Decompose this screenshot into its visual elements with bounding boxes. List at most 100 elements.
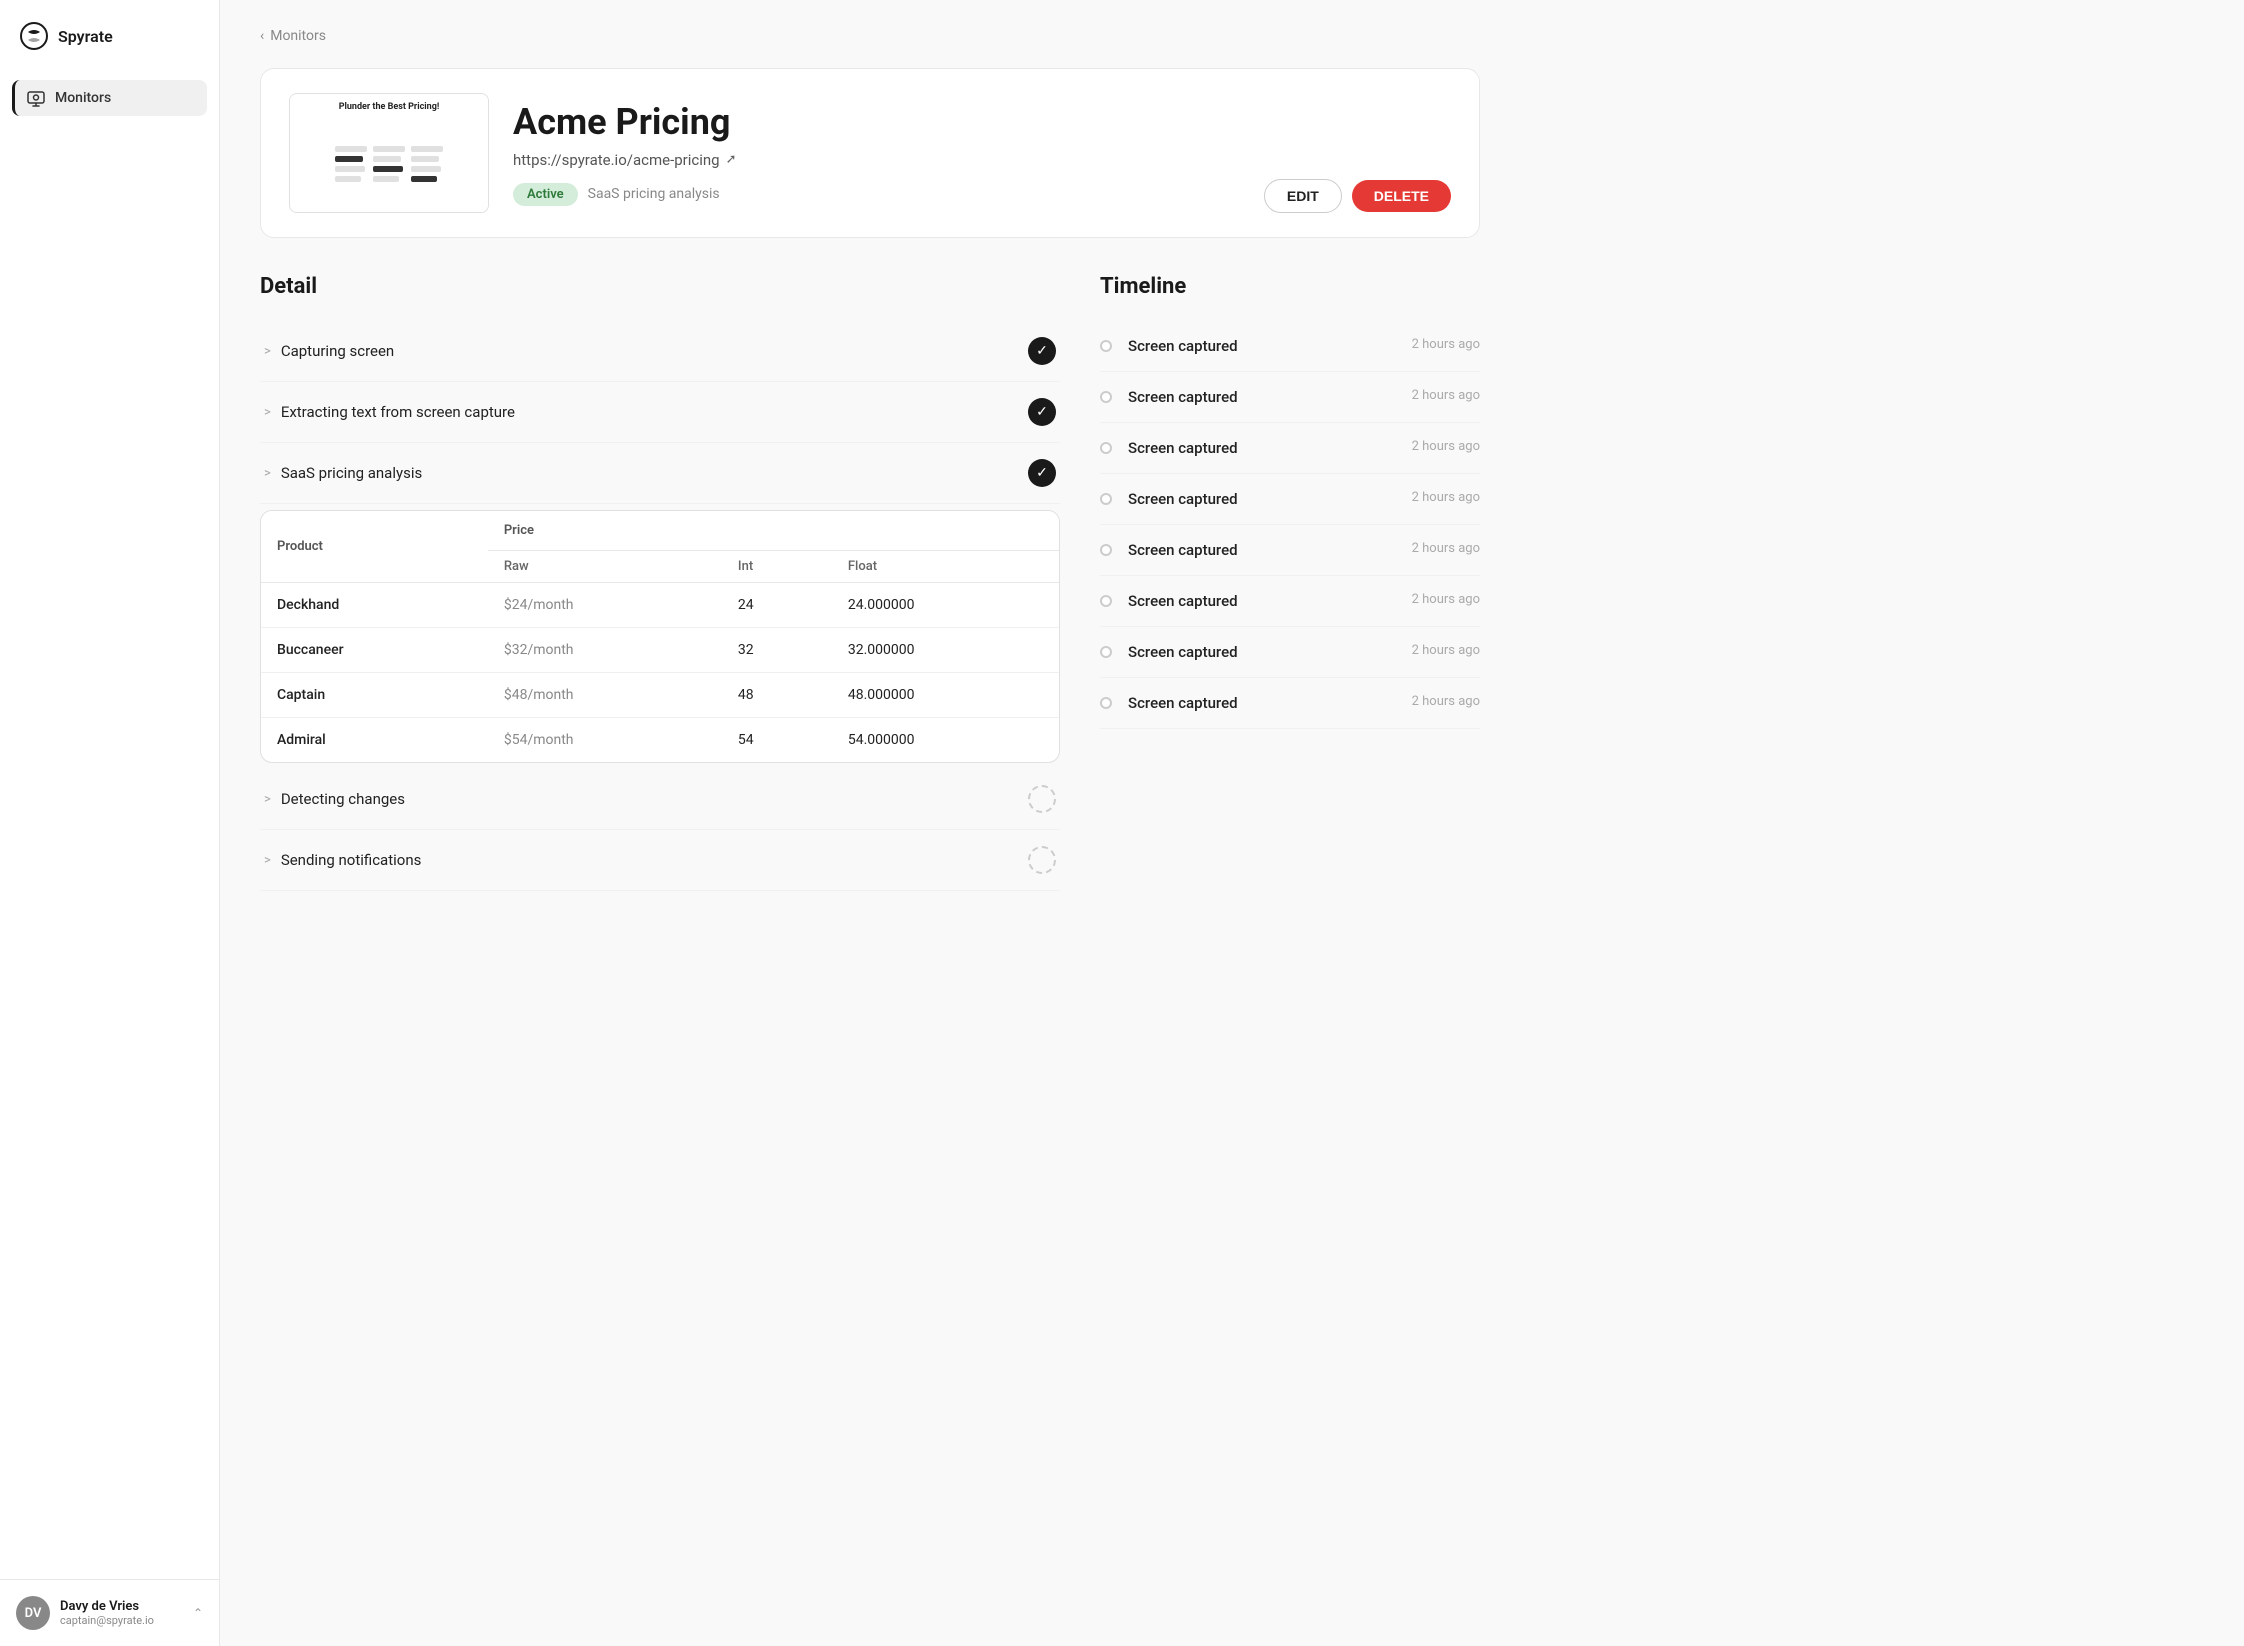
timeline-content: Screen captured 2 hours ago bbox=[1128, 490, 1480, 508]
sidebar-item-monitors-label: Monitors bbox=[55, 90, 111, 106]
raw-subheader: Raw bbox=[488, 551, 722, 583]
user-menu-chevron[interactable]: ⌃ bbox=[193, 1606, 203, 1620]
timeline-dot bbox=[1100, 595, 1112, 607]
delete-button[interactable]: DELETE bbox=[1352, 180, 1451, 212]
timeline-label: Screen captured bbox=[1128, 439, 1238, 457]
timeline-item: Screen captured 2 hours ago bbox=[1100, 474, 1480, 525]
product-name: Deckhand bbox=[261, 583, 488, 628]
timeline-items: Screen captured 2 hours ago Screen captu… bbox=[1100, 321, 1480, 729]
timeline-label: Screen captured bbox=[1128, 592, 1238, 610]
avatar: DV bbox=[16, 1596, 50, 1630]
app-name: Spyrate bbox=[58, 27, 113, 46]
monitor-title: Acme Pricing bbox=[513, 101, 1451, 143]
table-row: Deckhand $24/month 24 24.000000 bbox=[261, 583, 1059, 628]
price-raw: $24/month bbox=[488, 583, 722, 628]
check-icon: ✓ bbox=[1028, 398, 1056, 426]
external-link-icon: ➚ bbox=[726, 152, 737, 167]
detail-item-label: SaaS pricing analysis bbox=[281, 464, 422, 482]
timeline-time: 2 hours ago bbox=[1412, 388, 1480, 403]
chevron-right-icon: > bbox=[264, 466, 271, 481]
thumb-headline: Plunder the Best Pricing! bbox=[290, 102, 488, 112]
price-int: 24 bbox=[722, 583, 832, 628]
edit-button[interactable]: EDIT bbox=[1264, 179, 1342, 213]
detail-item-label: Sending notifications bbox=[281, 851, 422, 869]
timeline-content: Screen captured 2 hours ago bbox=[1128, 337, 1480, 355]
detail-item-capturing-screen[interactable]: > Capturing screen ✓ bbox=[260, 321, 1060, 382]
timeline-time: 2 hours ago bbox=[1412, 592, 1480, 607]
detail-item-detecting-changes[interactable]: > Detecting changes bbox=[260, 769, 1060, 830]
chevron-right-icon: > bbox=[264, 344, 271, 359]
chevron-right-icon: > bbox=[264, 792, 271, 807]
timeline-time: 2 hours ago bbox=[1412, 643, 1480, 658]
main-content: ‹ Monitors Plunder the Best Pricing! bbox=[220, 0, 2244, 1646]
logo-icon bbox=[20, 22, 48, 50]
price-float: 48.000000 bbox=[832, 673, 1059, 718]
pending-icon bbox=[1028, 846, 1056, 874]
monitor-description: SaaS pricing analysis bbox=[588, 186, 720, 202]
detail-item-label: Detecting changes bbox=[281, 790, 405, 808]
chevron-right-icon: > bbox=[264, 853, 271, 868]
timeline-label: Screen captured bbox=[1128, 388, 1238, 406]
timeline-dot bbox=[1100, 442, 1112, 454]
breadcrumb[interactable]: ‹ Monitors bbox=[260, 28, 1480, 44]
price-int: 48 bbox=[722, 673, 832, 718]
product-column-header: Product bbox=[261, 511, 488, 583]
detail-item-left: > SaaS pricing analysis bbox=[264, 464, 422, 482]
timeline-content: Screen captured 2 hours ago bbox=[1128, 541, 1480, 559]
sidebar: Spyrate Monitors DV Davy de Vries captai… bbox=[0, 0, 220, 1646]
sidebar-header: Spyrate bbox=[0, 0, 219, 72]
price-float: 32.000000 bbox=[832, 628, 1059, 673]
price-raw: $32/month bbox=[488, 628, 722, 673]
timeline-item: Screen captured 2 hours ago bbox=[1100, 525, 1480, 576]
sidebar-footer: DV Davy de Vries captain@spyrate.io ⌃ bbox=[0, 1579, 219, 1646]
timeline-item: Screen captured 2 hours ago bbox=[1100, 576, 1480, 627]
pricing-table-container: Product Price Raw Int Float bbox=[260, 510, 1060, 763]
status-badge: Active bbox=[513, 183, 578, 206]
timeline-label: Screen captured bbox=[1128, 541, 1238, 559]
monitor-thumbnail: Plunder the Best Pricing! bbox=[289, 93, 489, 213]
timeline-item: Screen captured 2 hours ago bbox=[1100, 372, 1480, 423]
timeline-time: 2 hours ago bbox=[1412, 694, 1480, 709]
timeline-dot bbox=[1100, 646, 1112, 658]
timeline-dot bbox=[1100, 493, 1112, 505]
detail-section-title: Detail bbox=[260, 274, 1060, 299]
price-column-header: Price bbox=[488, 511, 1059, 551]
timeline-item: Screen captured 2 hours ago bbox=[1100, 678, 1480, 729]
detail-item-left: > Sending notifications bbox=[264, 851, 421, 869]
timeline-label: Screen captured bbox=[1128, 337, 1238, 355]
timeline-time: 2 hours ago bbox=[1412, 337, 1480, 352]
timeline-dot bbox=[1100, 340, 1112, 352]
timeline-time: 2 hours ago bbox=[1412, 439, 1480, 454]
breadcrumb-back-icon: ‹ bbox=[260, 28, 264, 44]
price-int: 54 bbox=[722, 718, 832, 763]
float-subheader: Float bbox=[832, 551, 1059, 583]
breadcrumb-label: Monitors bbox=[270, 28, 326, 44]
monitor-header-card: Plunder the Best Pricing! bbox=[260, 68, 1480, 238]
timeline-dot bbox=[1100, 544, 1112, 556]
detail-item-extracting-text[interactable]: > Extracting text from screen capture ✓ bbox=[260, 382, 1060, 443]
detail-item-left: > Detecting changes bbox=[264, 790, 405, 808]
timeline-content: Screen captured 2 hours ago bbox=[1128, 694, 1480, 712]
int-subheader: Int bbox=[722, 551, 832, 583]
user-email: captain@spyrate.io bbox=[60, 1614, 154, 1627]
timeline-item: Screen captured 2 hours ago bbox=[1100, 423, 1480, 474]
pending-icon bbox=[1028, 785, 1056, 813]
monitors-icon bbox=[27, 89, 45, 107]
timeline-content: Screen captured 2 hours ago bbox=[1128, 643, 1480, 661]
table-row: Captain $48/month 48 48.000000 bbox=[261, 673, 1059, 718]
detail-item-saas-analysis[interactable]: > SaaS pricing analysis ✓ bbox=[260, 443, 1060, 504]
check-icon: ✓ bbox=[1028, 459, 1056, 487]
detail-item-sending-notifications[interactable]: > Sending notifications bbox=[260, 830, 1060, 891]
sidebar-user: DV Davy de Vries captain@spyrate.io bbox=[16, 1596, 154, 1630]
user-info: Davy de Vries captain@spyrate.io bbox=[60, 1599, 154, 1627]
sidebar-item-monitors[interactable]: Monitors bbox=[12, 80, 207, 116]
price-float: 24.000000 bbox=[832, 583, 1059, 628]
detail-item-left: > Capturing screen bbox=[264, 342, 394, 360]
detail-section: Detail > Capturing screen ✓ > bbox=[260, 274, 1060, 891]
timeline-dot bbox=[1100, 697, 1112, 709]
timeline-content: Screen captured 2 hours ago bbox=[1128, 388, 1480, 406]
pricing-table: Product Price Raw Int Float bbox=[261, 511, 1059, 762]
price-int: 32 bbox=[722, 628, 832, 673]
timeline-content: Screen captured 2 hours ago bbox=[1128, 439, 1480, 457]
table-row: Buccaneer $32/month 32 32.000000 bbox=[261, 628, 1059, 673]
